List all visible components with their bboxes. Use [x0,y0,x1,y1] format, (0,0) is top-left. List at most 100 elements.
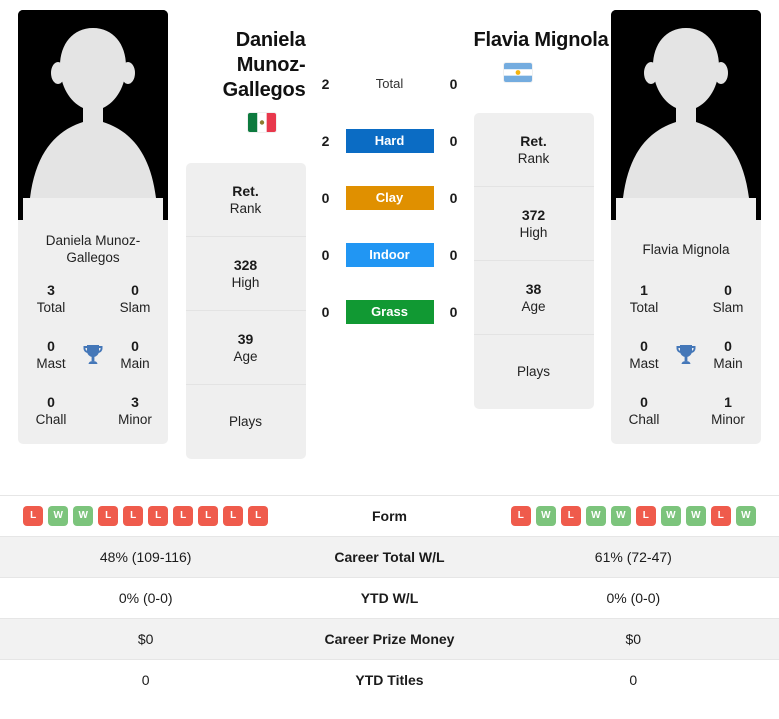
right-player-rank-card: Ret. Rank 372 High 38 Age Plays [473,113,594,409]
rank-cell-value: 38 [525,280,542,297]
form-badge-l: L [560,506,581,526]
form-badge-w: W [735,506,756,526]
surface-left-score: 0 [321,190,330,206]
surface-left-score: 2 [321,133,330,149]
rank-cell-value: 372 [521,206,546,223]
right-value: 0% (0-0) [487,577,779,619]
avatar-silhouette-icon [611,10,761,220]
surface-breakdown: 2 Total 0 2 Hard 0 0 Clay 0 0 Indoor 0 0 [310,10,470,334]
trophy-stat-label: Mast [36,356,66,371]
form-badge-w: W [48,506,69,526]
comparison-header: Daniela Munoz-Gallegos 3 Total 0 Slam 0 … [0,0,779,495]
row-label: Form [291,495,488,537]
trophy-stat-value: 0 [131,282,139,298]
trophy-stat-value: 0 [640,338,648,354]
trophy-stat-value: 3 [131,394,139,410]
left-trophy-grid: 3 Total 0 Slam 0 Mast 0 Main 0 Chall 3 M… [26,282,160,428]
trophy-stat: 0 Main [703,338,753,372]
form-badge-l: L [23,506,44,526]
surface-label-indoor[interactable]: Indoor [345,243,434,267]
left-value: 48% (109-116) [0,536,292,578]
rank-cell-label: Plays [228,414,262,429]
right-player-card-name: Flavia Mignola [642,241,730,257]
trophy-stat: 0 Mast [26,338,76,372]
rank-cell-value: 328 [233,256,258,273]
left-player-avatar [18,10,168,220]
right-player-name-column: Flavia Mignola Ret. Rank 372 High 38 Age… [470,10,612,409]
form-badge-w: W [585,506,606,526]
table-row-form: LWWLLLLLLL Form LWLWWLWWLW [0,495,779,537]
trophy-stat-label: Mast [629,356,659,371]
form-badge-l: L [123,506,144,526]
trophy-stat-label: Total [36,300,66,315]
right-form-strip: LWLWWLWWLW [492,506,775,526]
left-player-card-name: Daniela Munoz-Gallegos [45,233,141,265]
form-badge-w: W [685,506,706,526]
rank-cell-label: High [519,224,548,240]
row-label: Career Total W/L [291,536,488,578]
right-player-column: Flavia Mignola 1 Total 0 Slam 0 Mast 0 M… [611,10,761,444]
row-label: Career Prize Money [291,618,488,660]
right-player-name: Flavia Mignola [473,29,609,51]
rank-cell: Plays [186,385,306,459]
trophy-stat-value: 0 [131,338,139,354]
surface-left-score: 0 [321,247,330,263]
form-badge-l: L [510,506,531,526]
form-badge-l: L [198,506,219,526]
argentina-flag-svg [503,63,532,82]
rank-cell-label: Rank [229,200,262,216]
trophy-stat: 0 Mast [619,338,669,372]
trophy-stat-value: 0 [47,394,55,410]
right-value: 0 [487,659,779,701]
trophy-stat-label: Total [629,300,659,315]
form-badge-l: L [148,506,169,526]
comparison-stats-table: LWWLLLLLLL Form LWLWWLWWLW 48% (109-116)… [0,495,779,701]
left-player-name-column: Daniela Munoz-Gallegos Ret. Rank 328 Hig… [168,10,310,459]
table-row: $0 Career Prize Money $0 [0,618,779,660]
trophy-stat-value: 0 [640,394,648,410]
trophy-stat: 0 Slam [703,282,753,316]
left-form-cell: LWWLLLLLLL [0,495,292,537]
left-player-column: Daniela Munoz-Gallegos 3 Total 0 Slam 0 … [18,10,168,444]
form-badge-l: L [98,506,119,526]
right-player-trophy-card: Flavia Mignola 1 Total 0 Slam 0 Mast 0 M… [611,220,761,444]
row-label: YTD Titles [291,659,488,701]
rank-cell: Ret. Rank [473,113,594,187]
trophy-stat-value: 1 [724,394,732,410]
surface-right-score: 0 [449,133,458,149]
trophy-stat-value: 0 [724,338,732,354]
trophy-cup-icon [83,345,103,364]
left-value: 0% (0-0) [0,577,292,619]
table-row: 0% (0-0) YTD W/L 0% (0-0) [0,577,779,619]
rank-cell-label: High [231,274,260,290]
surface-label-clay[interactable]: Clay [345,186,434,210]
left-value: 0 [0,659,292,701]
trophy-stat-value: 0 [47,338,55,354]
surface-row: 2 Total 0 [310,62,470,106]
form-badge-w: W [535,506,556,526]
form-badge-l: L [710,506,731,526]
avatar-silhouette-icon [18,10,168,220]
rank-cell: 39 Age [185,311,306,385]
row-label: YTD W/L [291,577,488,619]
argentina-flag-icon [503,63,532,82]
rank-cell-value: Ret. [232,182,259,199]
rank-cell-label: Plays [516,364,550,379]
trophy-stat-label: Slam [119,300,151,315]
surface-row: 0 Grass 0 [310,290,470,334]
left-value: $0 [0,618,292,660]
surface-label-hard[interactable]: Hard [345,129,434,153]
form-badge-w: W [73,506,94,526]
right-form-cell: LWLWWLWWLW [487,495,779,537]
form-badge-l: L [635,506,656,526]
mexico-flag-svg [247,113,276,132]
rank-cell-value: Ret. [520,132,547,149]
surface-right-score: 0 [449,247,458,263]
surface-label-grass[interactable]: Grass [345,300,434,324]
right-trophy-grid: 1 Total 0 Slam 0 Mast 0 Main 0 Chall 1 M… [619,282,753,428]
surface-left-score: 0 [321,304,330,320]
trophy-stat-value: 0 [724,282,732,298]
trophy-stat: 0 Chall [26,394,76,428]
rank-cell-label: Rank [517,150,550,166]
surface-right-score: 0 [449,76,458,92]
